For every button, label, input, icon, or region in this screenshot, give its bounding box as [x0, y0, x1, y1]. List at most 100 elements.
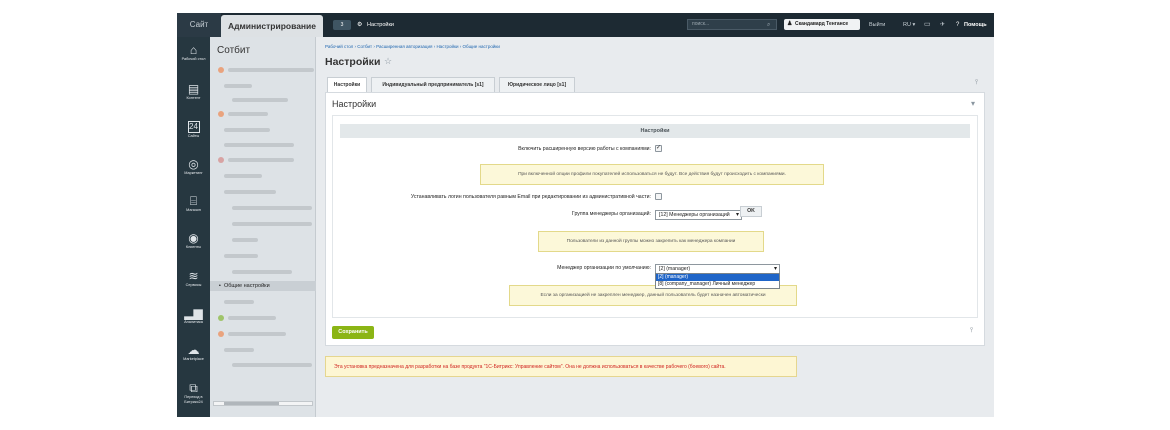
section-header: Настройки — [340, 124, 970, 138]
module-icon — [218, 67, 224, 73]
tab-settings[interactable]: Настройки — [327, 77, 367, 93]
main-menu: ⌂ Рабочий стол ▤ Контент 24 Сайты ◎ Маркетин… — [177, 37, 210, 417]
main-content: Рабочий стол › Сотбит › Расширенная авто… — [325, 37, 985, 417]
search-icon[interactable]: ⌕ — [767, 13, 770, 37]
window-icon[interactable]: ▭ — [924, 13, 931, 37]
pin-icon[interactable]: ✈ — [940, 13, 945, 37]
managers-group-select[interactable]: [12] Менеджеры организаций ▾ — [655, 210, 742, 220]
menu-label: Рабочий стол — [181, 57, 206, 61]
breadcrumb-item[interactable]: Расширенная авторизация — [376, 44, 432, 49]
tree-item[interactable] — [210, 219, 316, 229]
menu-clients[interactable]: ◉ Клиенты — [177, 231, 210, 250]
language-select[interactable]: RU ▾ — [903, 13, 915, 37]
menu-label: Marketplace — [183, 357, 204, 361]
tree-item[interactable] — [210, 140, 316, 150]
tab-individual[interactable]: Индивидуальный предприниматель [s1] — [371, 77, 495, 92]
menu-label: Сайты — [187, 134, 200, 138]
help-icon[interactable]: ? — [956, 13, 959, 37]
tree-item[interactable] — [210, 187, 316, 197]
menu-desktop[interactable]: ⌂ Рабочий стол — [177, 43, 210, 62]
tree-item[interactable] — [210, 65, 316, 75]
tree-item[interactable] — [210, 235, 316, 245]
dropdown-option[interactable]: [2] (manager) — [656, 274, 779, 281]
menu-marketing[interactable]: ◎ Маркетинг — [177, 157, 210, 176]
tree-scrollbar[interactable] — [213, 401, 313, 406]
bullet-icon: • — [219, 283, 221, 289]
breadcrumb-item[interactable]: Общие настройки — [463, 44, 500, 49]
tree-item[interactable] — [210, 109, 316, 119]
tree-item[interactable] — [210, 203, 316, 213]
help-link[interactable]: Помощь — [964, 13, 987, 37]
tree-item[interactable] — [210, 313, 316, 323]
user-menu[interactable]: ♟ Скандавард Тенгансе — [784, 19, 860, 30]
menu-bitrix24[interactable]: ⧉ Переход в Битрикс24 — [177, 381, 210, 404]
menu-label: Сервисы — [185, 283, 202, 287]
managers-group-label: Группа менеджеры организаций: — [571, 211, 651, 217]
tree-item[interactable] — [210, 267, 316, 277]
tab-site[interactable]: Сайт — [177, 13, 221, 37]
tab-administration[interactable]: Администрирование — [221, 15, 323, 37]
search-input[interactable]: поиск... — [687, 19, 777, 30]
save-button[interactable]: Сохранить — [332, 326, 374, 339]
extended-mode-label: Включить расширенную версию работы с ком… — [518, 146, 651, 152]
menu-services[interactable]: ≋ Сервисы — [177, 269, 210, 288]
ok-button[interactable]: OK — [740, 206, 762, 217]
tree-title: Сотбит — [217, 45, 251, 56]
chevron-down-icon: ▾ — [773, 266, 777, 272]
target-icon: ◎ — [188, 157, 199, 171]
gear-icon[interactable]: ⚙ — [357, 13, 362, 37]
module-icon — [218, 157, 224, 163]
login-email-checkbox[interactable] — [655, 193, 662, 200]
bitrix-icon: ⧉ — [189, 381, 198, 395]
module-icon — [218, 111, 224, 117]
info-note: Пользователи из данной группы можно закр… — [538, 231, 764, 252]
menu-label: Контент — [186, 96, 201, 100]
document-icon: ▤ — [187, 82, 200, 96]
breadcrumb-item[interactable]: Настройки — [436, 44, 458, 49]
settings-link[interactable]: Настройки — [367, 13, 394, 37]
user-name: Скандавард Тенгансе — [795, 21, 849, 27]
chevron-down-icon: ▾ — [735, 212, 739, 218]
app-window: Сайт Администрирование 3 ⚙ Настройки пои… — [177, 13, 994, 417]
dropdown-option[interactable]: [8] (company_manager) Личный менеджер — [656, 281, 779, 288]
tree-item[interactable] — [210, 345, 316, 355]
tree-item[interactable] — [210, 251, 316, 261]
menu-sites[interactable]: 24 Сайты — [177, 119, 210, 139]
cart-icon: ⌸ — [189, 194, 198, 208]
menu-shop[interactable]: ⌸ Магазин — [177, 194, 210, 213]
star-icon[interactable]: ☆ — [384, 56, 392, 67]
default-manager-label: Менеджер организации по умолчанию: — [557, 265, 651, 271]
menu-label: Маркетинг — [184, 171, 203, 175]
menu-analytics[interactable]: ▂▆ Аналитика — [177, 306, 210, 325]
notifications-badge[interactable]: 3 — [333, 20, 351, 30]
logout-link[interactable]: Выйти — [869, 13, 885, 37]
select-value: [12] Менеджеры организаций — [659, 212, 730, 218]
extended-mode-checkbox[interactable]: ✓ — [655, 145, 662, 152]
tree-item[interactable] — [210, 297, 316, 307]
tree-item[interactable] — [210, 155, 316, 165]
menu-content[interactable]: ▤ Контент — [177, 82, 210, 101]
tree-item-label: Общие настройки — [224, 283, 270, 289]
breadcrumb-item[interactable]: Рабочий стол — [325, 44, 353, 49]
breadcrumb-item[interactable]: Сотбит — [357, 44, 372, 49]
tab-legal-entity[interactable]: Юридическое лицо [s1] — [499, 77, 575, 92]
tree-item[interactable] — [210, 125, 316, 135]
user-icon: ♟ — [787, 21, 793, 27]
cloud-icon: ☁ — [187, 343, 200, 357]
scrollbar-thumb[interactable] — [224, 402, 279, 405]
tree-item[interactable] — [210, 329, 316, 339]
settings-panel: Настройки ▾ Настройки Включить расширенн… — [325, 92, 985, 346]
bar-chart-icon: ▂▆ — [184, 306, 203, 320]
collapse-icon[interactable]: ▾ — [971, 99, 975, 108]
tree-item[interactable] — [210, 81, 316, 91]
menu-marketplace[interactable]: ☁ Marketplace — [177, 343, 210, 362]
pin-icon[interactable]: ⫯ — [970, 327, 973, 335]
pin-icon[interactable]: ⫯ — [975, 79, 978, 87]
login-email-label: Устанавливать логин пользователя равным … — [410, 194, 651, 200]
tree-item-general-settings[interactable]: • Общие настройки — [210, 281, 316, 291]
tree-item[interactable] — [210, 360, 316, 370]
tree-item[interactable] — [210, 171, 316, 181]
tree-item[interactable] — [210, 95, 316, 105]
breadcrumb: Рабочий стол › Сотбит › Расширенная авто… — [325, 44, 500, 49]
manager-dropdown-list[interactable]: [2] (manager) [8] (company_manager) Личн… — [655, 273, 780, 289]
